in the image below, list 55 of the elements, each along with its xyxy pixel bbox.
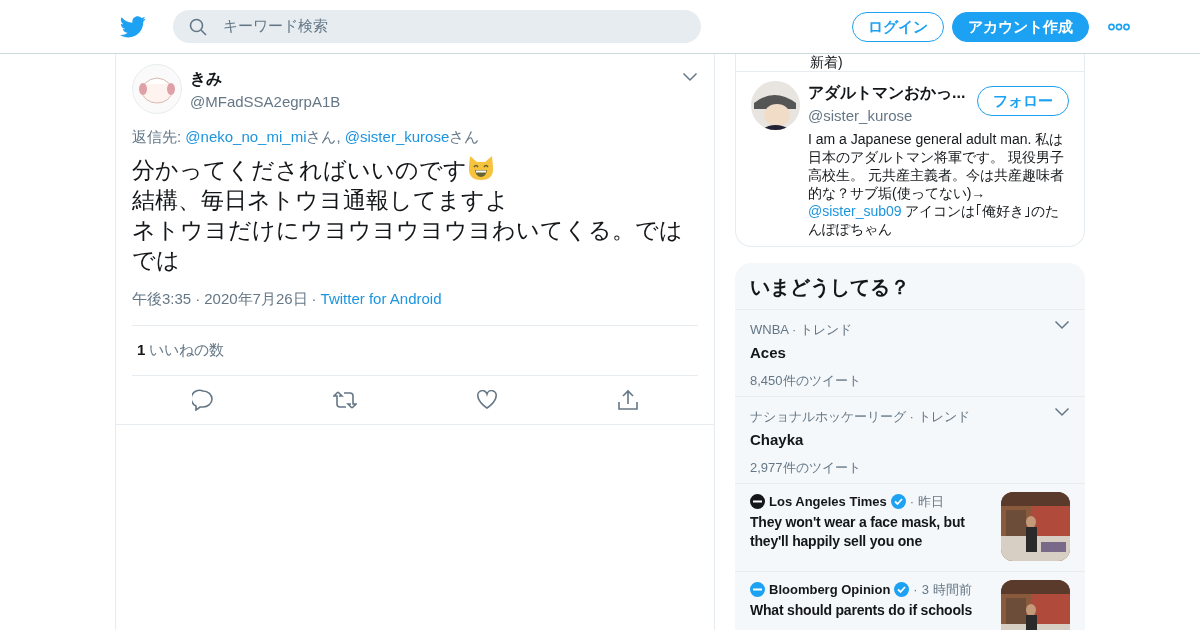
user-bio: I am a Japanese general adult man. 私は日本のアダルトマン将軍です。 現役男子高校生。 元共産主義者。今は共産趣味者的な？サブ垢(使ってない)→ @sister_sub09 アイコンは｢俺好き｣のたんぽぽちゃん [808, 129, 1065, 238]
trend-context: ナショナルホッケーリーグ · トレンド [750, 407, 971, 426]
reply-to-text: 返信先: @neko_no_mi_miさん, @sister_kuroseさん [132, 127, 481, 147]
bird-logo-icon[interactable] [120, 15, 146, 38]
mention-link[interactable]: @sister_kurose [344, 128, 450, 145]
trend-name: Chayka [750, 430, 805, 450]
chevron-icon[interactable] [682, 72, 698, 82]
news-headline: What should parents do if schools [750, 601, 974, 620]
user-handle[interactable]: @MFadSSA2egrpA1B [190, 91, 682, 114]
source-name: Bloomberg Opinion [769, 580, 891, 599]
signup-button[interactable]: アカウント作成 [952, 11, 1089, 42]
login-button[interactable]: ログイン [852, 11, 944, 42]
source-link[interactable]: Twitter for Android [320, 288, 442, 311]
search-input[interactable]: キーワード検索 [221, 14, 701, 39]
more-icon[interactable] [1108, 22, 1130, 31]
user-name[interactable]: アダルトマンおかっ... [808, 81, 977, 105]
user-name[interactable]: きみ [190, 67, 682, 91]
reply-icon[interactable] [191, 388, 214, 411]
verified-icon [894, 581, 910, 597]
like-count: 1 [137, 339, 146, 360]
news-headline: They won't wear a face mask, but they'll happily sell you one [750, 513, 966, 551]
verified-icon [890, 493, 906, 509]
cut-text: 新着) [809, 54, 844, 71]
search-field[interactable]: キーワード検索 [173, 10, 701, 43]
mention-link[interactable]: @sister_sub09 [808, 202, 902, 219]
separator-dot: · [913, 580, 918, 599]
likes-link[interactable]: いいねの数 [149, 338, 225, 362]
separator-dot: · [909, 492, 915, 511]
panel-title: いまどうしてる？ [749, 274, 911, 300]
trend-context: WNBA · トレンド [750, 320, 853, 339]
trend-item[interactable]: WNBA · トレンド Aces 8,450件のツイート [735, 308, 1085, 396]
tweet-count: 2,977件のツイート [750, 458, 862, 477]
trend-item[interactable]: Los Angeles Times · 昨日 They won't wear a face mask, but they'll happily sell you one [735, 482, 1085, 571]
share-icon[interactable] [616, 388, 639, 411]
tweet-date: 2020年7月26日 [204, 289, 308, 310]
trend-name: Aces [750, 343, 787, 363]
search-icon [189, 17, 207, 36]
source-name: Los Angeles Times [769, 492, 887, 511]
separator-dot: · [311, 289, 317, 310]
user-handle[interactable]: @sister_kurose [808, 105, 977, 128]
avatar-icon[interactable] [751, 81, 800, 130]
tweet-count: 8,450件のツイート [750, 371, 862, 390]
tweet-text: 分かってくださればいいのです 結構、毎日ネトウヨ通報してますよ ネトウヨだけにウヨウヨウヨウヨわいてくる。ではでは [132, 154, 684, 275]
trend-item[interactable]: ナショナルホッケーリーグ · トレンド Chayka 2,977件のツイート [735, 395, 1085, 483]
retweet-icon[interactable] [332, 388, 357, 411]
separator-dot: · [195, 289, 201, 310]
post-time: 昨日 [918, 492, 945, 511]
trend-item[interactable]: Bloomberg Opinion · 3 時間前 What should parents do if schools [735, 570, 1085, 630]
chevron-icon[interactable] [1054, 406, 1070, 417]
mention-link[interactable]: @neko_no_mi_mi [185, 128, 307, 145]
follow-button[interactable]: フォロー [977, 86, 1069, 116]
heart-icon[interactable] [475, 389, 498, 410]
post-time: 3 時間前 [921, 580, 972, 599]
tweet-time: 午後3:35 [132, 289, 192, 310]
chevron-icon[interactable] [1054, 319, 1070, 330]
